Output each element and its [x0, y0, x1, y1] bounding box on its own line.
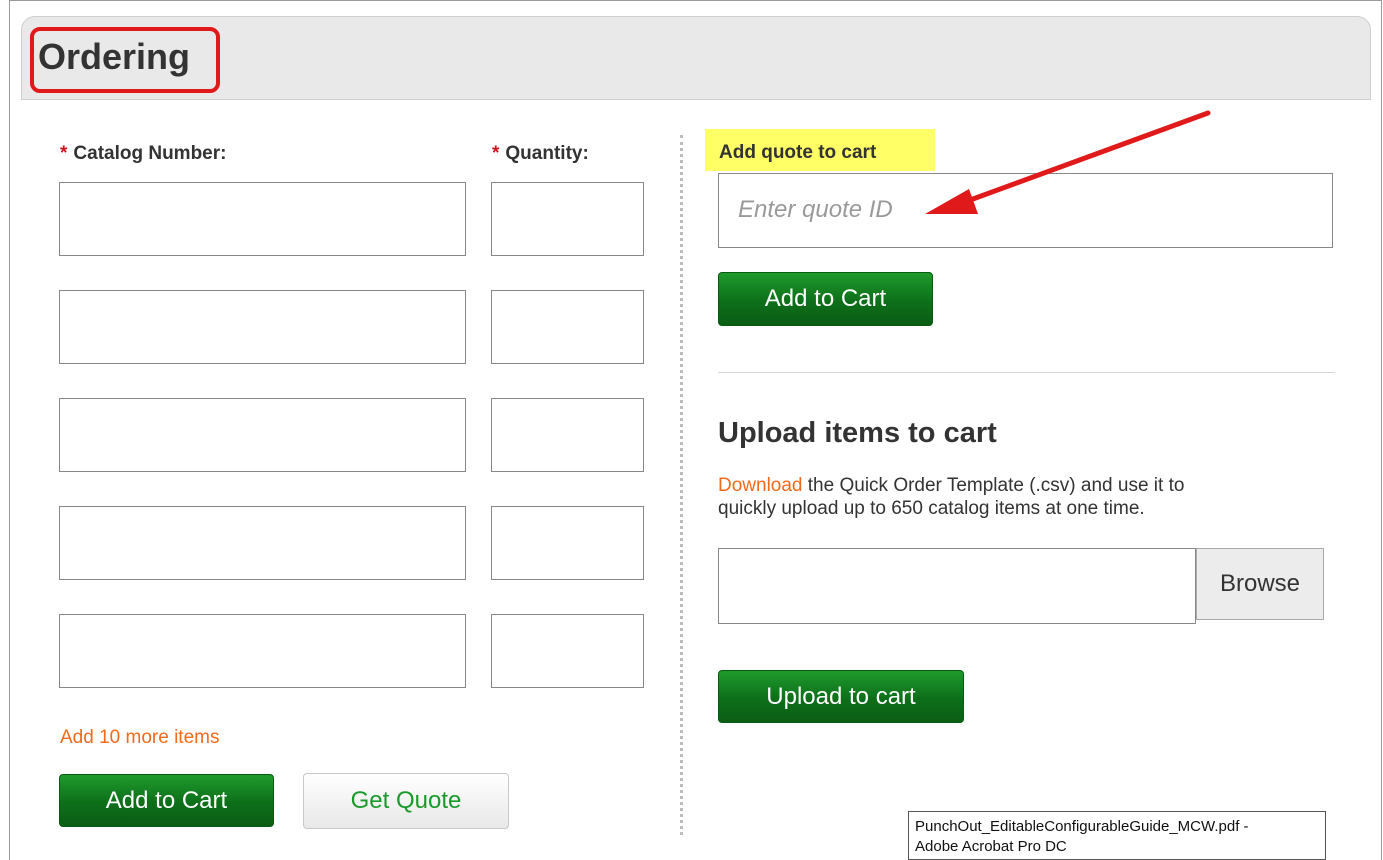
arrow-head [925, 189, 978, 214]
arrow-shaft [959, 110, 1211, 206]
annotation-arrow [925, 110, 1211, 214]
window-tooltip: PunchOut_EditableConfigurableGuide_MCW.p… [908, 811, 1326, 860]
